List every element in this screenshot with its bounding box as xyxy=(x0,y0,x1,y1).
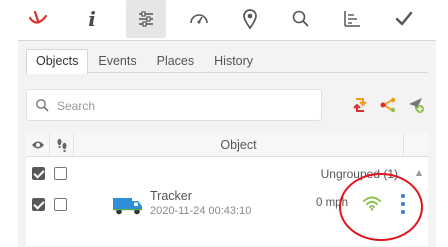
object-visible-checkbox[interactable] xyxy=(32,198,45,211)
object-column-header[interactable]: Object xyxy=(74,133,404,157)
tab-objects[interactable]: Objects xyxy=(26,49,89,74)
check-button[interactable] xyxy=(384,0,424,38)
group-row[interactable]: Ungrouped (1) ▲ xyxy=(26,158,428,188)
add-icon xyxy=(409,98,424,113)
dashboard-icon xyxy=(190,14,208,24)
table-header: Object xyxy=(26,133,428,157)
tab-events[interactable]: Events xyxy=(88,49,146,73)
objects-panel: Objects Events Places History Search Obj… xyxy=(18,40,436,247)
tab-history[interactable]: History xyxy=(204,49,263,73)
visibility-column-header[interactable] xyxy=(26,133,50,157)
logo-button[interactable] xyxy=(18,0,58,38)
settings-button[interactable] xyxy=(126,0,166,38)
object-follow-checkbox[interactable] xyxy=(54,198,67,211)
scroll-up-arrow-icon[interactable]: ▲ xyxy=(416,168,422,177)
app-window: i Objects Events Places History Search O… xyxy=(18,0,436,247)
object-name: Tracker xyxy=(150,189,192,203)
location-pin-icon xyxy=(243,9,257,30)
search-icon xyxy=(292,10,309,27)
tab-places[interactable]: Places xyxy=(147,49,205,73)
info-icon: i xyxy=(88,7,96,31)
top-toolbar: i xyxy=(18,0,436,40)
share-button[interactable] xyxy=(376,93,400,117)
group-follow-checkbox[interactable] xyxy=(54,167,67,180)
truck-icon xyxy=(113,198,142,215)
object-timestamp: 2020-11-24 00:43:10 xyxy=(150,205,252,217)
group-label: Ungrouped (1) xyxy=(320,167,398,181)
row-menu-button[interactable] xyxy=(398,192,408,216)
settings-icon xyxy=(139,11,153,27)
follow-column-header[interactable] xyxy=(50,133,74,157)
table-row[interactable]: Tracker 2020-11-24 00:43:10 0 mph xyxy=(26,189,428,221)
dashboard-button[interactable] xyxy=(179,0,219,38)
objects-table: Object Ungrouped (1) ▲ Tracker 2020-11-2… xyxy=(26,133,428,246)
search-icon xyxy=(36,99,49,112)
location-button[interactable] xyxy=(230,0,270,38)
group-visible-checkbox[interactable] xyxy=(32,167,45,180)
logo-icon xyxy=(28,10,48,24)
tab-bar: Objects Events Places History xyxy=(26,49,428,74)
chart-button[interactable] xyxy=(332,0,372,38)
search-toolbar-button[interactable] xyxy=(281,0,321,38)
footprints-icon xyxy=(57,138,66,152)
eye-icon xyxy=(31,141,44,149)
share-icon xyxy=(380,97,396,113)
add-object-button[interactable] xyxy=(404,93,428,117)
header-spacer xyxy=(404,133,428,157)
refresh-icon xyxy=(353,98,367,112)
search-box xyxy=(26,89,322,121)
chart-icon xyxy=(344,11,360,27)
refresh-button[interactable] xyxy=(348,93,372,117)
search-input[interactable] xyxy=(57,96,307,116)
wifi-icon xyxy=(363,196,381,211)
object-speed: 0 mph xyxy=(316,197,348,209)
search-row xyxy=(26,89,428,121)
check-icon xyxy=(395,11,413,26)
info-button[interactable]: i xyxy=(72,0,112,38)
